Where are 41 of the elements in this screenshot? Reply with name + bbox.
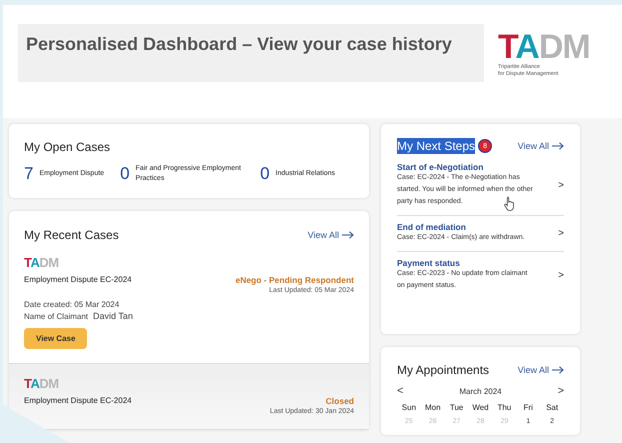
weekday-label: Tue (448, 403, 464, 412)
case-name: Employment Dispute EC-2024 (24, 275, 132, 285)
chevron[interactable]: > (550, 180, 564, 190)
arrow-right-icon[interactable] (552, 366, 564, 374)
previous-month-button[interactable]: < (397, 385, 404, 397)
month-label: March 2024 (459, 386, 502, 396)
step-title[interactable]: End of mediation (397, 222, 550, 232)
date-created: Date created: 05 Mar 2024 (24, 300, 120, 309)
logo-wordmark: TADM (24, 376, 60, 393)
step-title[interactable]: Start of e-Negotiation (397, 162, 550, 172)
case-status: Closed (326, 396, 354, 406)
case-count: 0 (260, 164, 270, 184)
arrow-right-icon[interactable] (552, 142, 564, 150)
chevron[interactable]: > (550, 228, 564, 238)
case-count: 0 (120, 164, 130, 184)
view-all-link[interactable]: View All (308, 230, 339, 240)
weekday-label: Mon (424, 403, 442, 412)
chevron[interactable]: > (550, 270, 564, 280)
page-title: Personalised Dashboard – View your case history (26, 33, 452, 56)
card-title: My Recent Cases (24, 228, 119, 242)
case-count: 7 (24, 164, 34, 184)
claimant-label: Name of Claimant (24, 312, 88, 321)
logo-wordmark: TADM (24, 255, 60, 272)
arrow-right-icon[interactable] (342, 231, 354, 239)
weekday-label: Thu (496, 403, 512, 412)
claimant-name: David Tan (93, 311, 133, 321)
view-all-link[interactable]: View All (518, 141, 549, 151)
weekday-label: Sun (400, 403, 418, 412)
card-title: My Next Steps (397, 138, 476, 154)
case-name: Employment Dispute EC-2024 (24, 396, 132, 406)
logo-wordmark: TADM (498, 30, 590, 64)
card-title: My Open Cases (24, 140, 112, 154)
case-status: eNego - Pending Respondent (235, 275, 354, 285)
weekday-label: Wed (471, 403, 490, 412)
step-title[interactable]: Payment status (397, 258, 550, 268)
card-title: My Appointments (397, 363, 490, 377)
view-all-link[interactable]: View All (518, 365, 549, 375)
view-case-button[interactable]: View Case (24, 328, 88, 349)
next-month-button[interactable]: > (558, 385, 564, 397)
weekday-label: Fri (522, 403, 534, 412)
weekday-label: Sat (545, 403, 560, 412)
